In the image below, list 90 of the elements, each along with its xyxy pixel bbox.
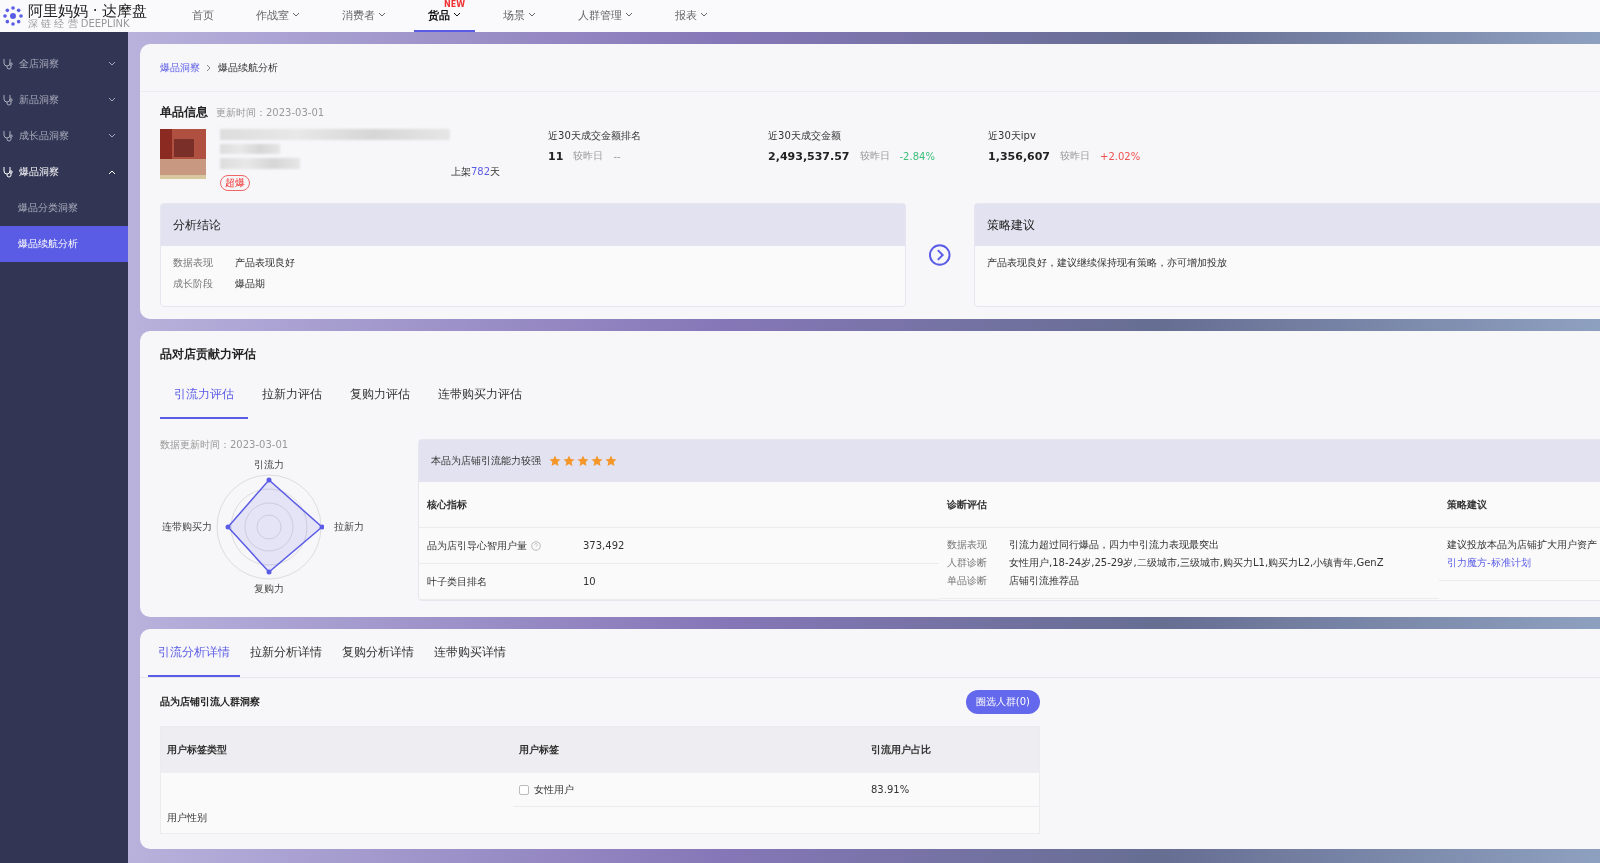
tab[interactable]: 连带购买详情 [424,629,516,677]
tab[interactable]: 引流分析详情 [148,629,240,677]
logo-icon [2,5,24,27]
compare-label: 较昨日 [859,149,890,163]
column-header: 用户标签 [518,743,560,757]
diagnosis-row-text: 单品诊断 店铺引流推荐品 [947,574,1080,588]
column-header: 诊断评估 [939,482,1439,528]
tab[interactable]: 复购分析详情 [332,629,424,677]
conclusion-row-text: 成长阶段 爆品期 [173,277,266,291]
metric-change: +2.02% [1100,150,1141,162]
diagnosis-row-text: 人群诊断 女性用户,18-24岁,25-29岁,二级城市,三级城市,购买力L1,购买力L2,小镇青年,GenZ [947,556,1385,570]
star-icon [577,455,589,467]
stethoscope-icon [2,166,14,178]
tab[interactable]: 复购力评估 [336,371,424,419]
nav-item[interactable]: 作战室 [242,0,314,32]
breadcrumb-current: 爆品续航分析 [218,60,278,75]
metric-label: 近30天成交金额排名 [548,129,642,143]
sidebar-item[interactable]: 全店洞察 [0,46,128,82]
sidebar-subitem[interactable]: 爆品分类洞察 [0,190,128,226]
conclusion-row-text: 数据表现 产品表现良好 [173,256,296,270]
nav-item[interactable]: 消费者 [328,0,400,32]
metric-label: 近30天ipv [988,129,1037,143]
section-title: 品为店铺引流人群洞察 [160,695,260,709]
logo-subtitle: 深 链 经 营 DEEPLINK [28,18,130,29]
star-icon [563,455,575,467]
stethoscope-icon [2,130,14,142]
sidebar-subitem[interactable]: 爆品续航分析 [0,226,128,262]
plan-link[interactable]: 引力魔方-标准计划 [1447,556,1600,570]
column-header: 核心指标 [419,482,939,528]
metric-value: 10 [583,576,596,587]
radar-label: 连带购买力 [162,520,212,534]
nav-item[interactable]: 报表 [661,0,722,32]
radar-label: 拉新力 [334,520,364,534]
table-cell: 女性用户 [534,782,574,797]
chevron-down-icon [108,97,116,103]
compare-label: 较昨日 [573,149,604,163]
panel-title: 策略建议 [974,204,1600,246]
strategy-text: 产品表现良好，建议继续保持现有策略，亦可增加投放 [986,256,1228,270]
metric-value: 373,492 [583,540,625,551]
update-time: 数据更新时间：2023-03-01 [160,439,289,450]
metric-change: -- [613,150,621,162]
sidebar-item[interactable]: 爆品洞察 [0,154,128,190]
blurred-text [220,143,280,155]
metric-value: 11 [548,149,564,163]
table-cell: 83.91% [865,773,1039,807]
table-cell-text: 用户性别 [166,811,208,825]
breadcrumb-link[interactable]: 爆品洞察 [160,60,200,75]
star-icon [549,455,561,467]
column-header: 策略建议 [1439,482,1600,528]
sidebar-item[interactable]: 成长品洞察 [0,118,128,154]
column-header: 引流用户占比 [870,743,932,757]
section-title: 品对店贡献力评估 [160,347,256,361]
metric-label: 近30天成交金额 [768,129,842,143]
radar-label: 复购力 [254,582,284,596]
chevron-up-icon [108,169,116,175]
compare-label: 较昨日 [1060,149,1091,163]
diagnosis-row-text: 数据表现 引流力超过同行爆品，四力中引流力表现最突出 [947,538,1220,552]
chevron-down-icon [108,133,116,139]
metric-value: 1,356,607 [988,149,1051,163]
section-title: 单品信息 [160,104,208,121]
summary-text: 本品为店铺引流能力较强 [431,454,541,468]
advice-text: 建议投放本品为店铺扩大用户资产 [1447,538,1598,552]
panel-title: 分析结论 [161,204,906,246]
sidebar-item[interactable]: 新品洞察 [0,82,128,118]
radar-label: 引流力 [254,458,284,472]
metric-label: 叶子类目排名 [427,574,488,589]
metric-value: 2,493,537.57 [768,149,850,163]
stethoscope-icon [2,94,14,106]
metric-label: 品为店引导心智用户量 [427,538,577,553]
tab[interactable]: 拉新力评估 [248,371,336,419]
help-icon[interactable] [531,540,541,551]
new-label: NEW [444,0,465,9]
chevron-right-icon [206,63,212,72]
checkbox[interactable] [519,784,529,795]
tab[interactable]: 拉新分析详情 [240,629,332,677]
column-header: 用户标签类型 [166,743,228,757]
chevron-down-icon [108,61,116,67]
tab[interactable]: 引流力评估 [160,371,248,419]
star-icon [605,455,617,467]
nav-item[interactable]: 首页 [178,0,228,32]
listed-days: 上架782天 [451,165,501,179]
update-time: 更新时间：2023-03-01 [216,105,325,120]
nav-item[interactable]: 场景 [489,0,550,32]
logo-title: 阿里妈妈 · 达摩盘 [28,3,148,19]
star-icon [591,455,603,467]
metric-change: -2.84% [899,150,935,162]
tab[interactable]: 连带购买力评估 [424,371,536,419]
stethoscope-icon [2,58,14,70]
nav-item[interactable]: 人群管理 [564,0,647,32]
select-audience-button[interactable]: 圈选人群(0) [965,690,1040,714]
